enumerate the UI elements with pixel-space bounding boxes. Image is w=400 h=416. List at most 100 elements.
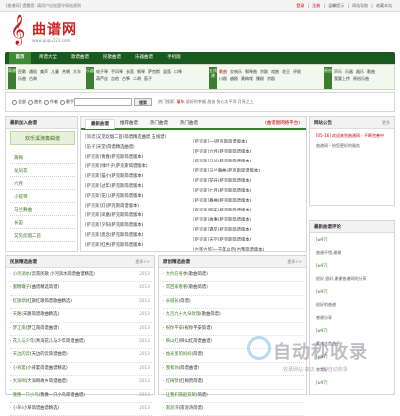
song-category[interactable]: [古筝古琴] xyxy=(193,248,214,251)
more-link[interactable]: 更多>> xyxy=(135,259,150,265)
list-item-name[interactable]: 南泥湾 xyxy=(166,406,179,411)
nav-minge[interactable]: 民歌曲谱 xyxy=(99,52,125,64)
song-title[interactable]: 思念(萨克斯简谱版本) xyxy=(101,233,143,238)
list-item-name[interactable]: 祝你平安 xyxy=(166,326,183,331)
login-link[interactable]: 登录 xyxy=(296,3,304,8)
list-item[interactable]: · 红旗颂(红旗红歌简谱歌曲精选) 2013 xyxy=(10,296,152,310)
song-category[interactable]: [萨克斯] xyxy=(85,233,101,238)
comment-item[interactable]: 非常好 xyxy=(316,367,396,372)
category-link[interactable]: 长笛 xyxy=(126,68,134,75)
list-item[interactable]: · 小背篓(小背篓简谱曲谱精选) 2013 xyxy=(10,363,152,377)
category-link[interactable]: 手风琴 xyxy=(111,68,123,75)
song-category[interactable]: [萨克斯] xyxy=(85,174,101,179)
site-logo[interactable]: 𝄞 曲谱网 www.qupu123.com xyxy=(10,16,100,48)
tab-hot-2[interactable]: 热门曲谱 xyxy=(175,119,203,128)
list-item[interactable]: · 南泥湾(南泥湾简谱) xyxy=(163,403,304,416)
hot-term[interactable]: 月亮之上 xyxy=(238,99,254,104)
song-title[interactable]: 绿叶子(萨克斯简谱版本) xyxy=(101,164,147,169)
song-category[interactable]: [萨克斯] xyxy=(85,213,101,218)
song-category[interactable]: [笛子] xyxy=(85,145,97,150)
song-title[interactable]: 青春(萨克斯简谱版本) xyxy=(101,155,143,160)
category-link[interactable]: 京剧 xyxy=(267,75,275,82)
list-item[interactable]: · 让我们荡起双桨(简谱) xyxy=(163,390,304,403)
search-option[interactable]: 全部 xyxy=(12,99,26,105)
bookmark-link[interactable]: 收藏本站 xyxy=(376,3,392,8)
search-option[interactable]: 歌手 xyxy=(60,99,74,105)
list-item[interactable]: · 天路(天路简谱歌曲精选) 2013 xyxy=(10,309,152,323)
category-link[interactable]: 通俗 xyxy=(29,68,37,75)
song-title[interactable]: 灯(萨克斯简谱版本) xyxy=(101,204,139,209)
list-item-name[interactable]: 长城长 xyxy=(166,299,179,304)
category-link[interactable]: 儿童 xyxy=(51,68,59,75)
category-link[interactable]: 乐曲 xyxy=(18,75,26,82)
list-item[interactable]: · 大海啊(大海啊故乡简谱曲谱) 2013 xyxy=(10,376,152,390)
list-item-name[interactable]: 蜜糖罐子 xyxy=(13,285,30,290)
category-link[interactable]: 钢琴曲 xyxy=(245,68,257,75)
song-title[interactable]: 猫小(萨克斯简谱版本) xyxy=(101,174,143,179)
song-title[interactable]: 一千年以后(古筝简谱版本) xyxy=(214,248,265,251)
category-link[interactable]: 古典 xyxy=(29,75,37,82)
song-title[interactable]: 过年(萨克斯简谱版本) xyxy=(101,184,143,189)
song-category[interactable]: [萨克斯] xyxy=(85,155,101,160)
list-item[interactable]: · 九百九十九朵玫瑰(歌曲简谱) xyxy=(163,309,304,323)
list-item-name[interactable]: 小背篓 xyxy=(13,366,26,371)
category-link[interactable]: 交响乐 xyxy=(230,68,242,75)
tips-link[interactable]: 温馨提示 xyxy=(328,3,344,8)
category-link[interactable]: 葫芦丝 xyxy=(96,75,108,82)
category-link[interactable]: 歌曲 xyxy=(219,68,227,75)
side-list-item[interactable]: 龙凤花 xyxy=(10,166,75,177)
nav-mobile[interactable]: 手机版 xyxy=(163,52,185,64)
category-link[interactable]: 戏曲 xyxy=(271,68,279,75)
comment-item[interactable]: 很好,很好,谢谢曲谱网的分享 xyxy=(316,276,396,281)
song-category[interactable]: [萨克斯] xyxy=(85,194,101,199)
category-link[interactable]: 评剧 xyxy=(293,68,301,75)
list-item[interactable]: · 映山红(映山红简谱曲谱) xyxy=(163,336,304,350)
category-link[interactable]: 美声 xyxy=(40,68,48,75)
category-link[interactable]: 越剧 xyxy=(230,75,238,82)
song-category[interactable]: [萨克斯] xyxy=(85,243,101,248)
tab-latest[interactable]: 最新曲谱 xyxy=(85,119,115,129)
song-category[interactable]: [简谱] xyxy=(85,135,97,140)
hot-term[interactable]: 加油 xyxy=(207,99,215,104)
category-link[interactable]: 歌曲 xyxy=(367,68,375,75)
category-link[interactable]: 大伞 xyxy=(73,68,81,75)
search-option[interactable]: 曲名 xyxy=(28,99,42,105)
tab-hot[interactable]: 热门曲谱 xyxy=(145,119,173,128)
list-item[interactable]: · 梦江南(梦江南简谱曲谱) 2013 xyxy=(10,323,152,336)
more-link[interactable]: 更多 xyxy=(382,120,390,126)
list-item-name[interactable]: 红旗颂 xyxy=(13,299,26,304)
comment-item[interactable]: 很好的曲谱 xyxy=(316,302,396,307)
side-list-item[interactable]: 小提琴 xyxy=(10,192,75,203)
category-link[interactable]: 京剧 xyxy=(260,68,268,75)
more-link[interactable]: 更多>> xyxy=(287,259,302,265)
category-link[interactable]: 川剧 xyxy=(219,75,227,82)
category-link[interactable]: 竖笛 xyxy=(163,68,171,75)
hot-term[interactable]: 伤心太平洋 xyxy=(216,99,236,104)
category-link[interactable]: 原创乐曲 xyxy=(353,75,369,82)
list-item[interactable]: · 我像一只小鸟(我像一只小鸟简谱曲谱) 2013 xyxy=(10,390,152,403)
list-item-name[interactable]: 大约在冬季 xyxy=(166,272,187,277)
category-link[interactable]: 豫剧 xyxy=(256,75,264,82)
search-option[interactable]: 作者 xyxy=(44,99,58,105)
category-link[interactable]: 古筝 xyxy=(122,75,130,82)
category-link[interactable]: 器乐 xyxy=(356,68,364,75)
comment-item[interactable]: [w97] xyxy=(316,354,396,359)
list-item-name[interactable]: 烛光里的妈妈 xyxy=(166,352,192,357)
comment-item[interactable]: [w97] xyxy=(316,380,396,385)
category-link[interactable]: 口琴 xyxy=(174,68,182,75)
list-item-name[interactable]: 大海啊 xyxy=(13,379,26,384)
list-item[interactable]: · 小草(小草简谱曲谱精选) 2013 xyxy=(10,403,152,416)
song-title[interactable]: 花儿(萨克斯简谱版本) xyxy=(101,194,143,199)
song-category[interactable]: [萨克斯] xyxy=(85,184,101,189)
comment-item[interactable]: [w97] xyxy=(316,237,396,242)
list-item-name[interactable]: 让我们荡起双桨 xyxy=(166,393,196,398)
announcement-item[interactable]: [05-16] 欢迎来到曲谱网 - 不断完善中 xyxy=(316,133,396,139)
list-item-name[interactable]: 映山红 xyxy=(166,339,179,344)
latest-banner[interactable]: 欢乐溪演奏曲谱 xyxy=(10,131,75,145)
hot-term[interactable]: 说好的幸福 xyxy=(186,99,206,104)
song-category[interactable]: [萨克斯] xyxy=(85,164,101,169)
list-item-name[interactable]: 花儿与少年 xyxy=(13,339,34,344)
category-link[interactable]: 合唱 xyxy=(62,68,70,75)
category-link[interactable]: 声乐 xyxy=(334,68,342,75)
song-title[interactable]: 天堂(简谱精选曲谱) xyxy=(97,145,135,150)
